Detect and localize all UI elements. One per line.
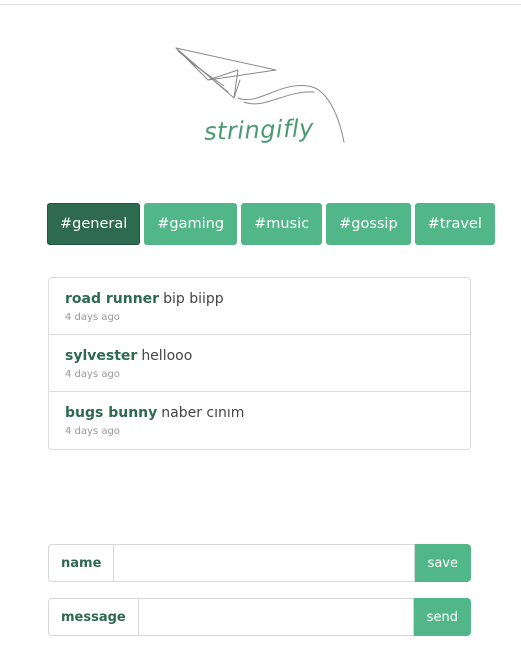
channel-tabs: #general #gaming #music #gossip #travel: [47, 203, 495, 245]
list-item: sylvester hellooo 4 days ago: [49, 335, 470, 392]
message-author: bugs bunny: [65, 405, 158, 421]
message-list: road runner bip biipp 4 days ago sylveste…: [48, 277, 471, 450]
tab-music[interactable]: #music: [241, 203, 323, 245]
tab-gossip[interactable]: #gossip: [326, 203, 411, 245]
message-input[interactable]: [138, 598, 414, 636]
name-input[interactable]: [114, 544, 415, 582]
message-form: message send: [48, 598, 471, 636]
message-timestamp: 4 days ago: [65, 312, 120, 323]
name-form: name save: [48, 544, 471, 582]
message-author: sylvester: [65, 348, 138, 364]
tab-travel[interactable]: #travel: [414, 203, 495, 245]
message-author: road runner: [65, 291, 160, 307]
message-label: message: [48, 598, 139, 636]
list-item: bugs bunny naber cınım 4 days ago: [49, 392, 470, 449]
save-button[interactable]: save: [414, 544, 471, 582]
list-item: road runner bip biipp 4 days ago: [49, 278, 470, 335]
name-label: name: [48, 544, 115, 582]
tab-general[interactable]: #general: [47, 203, 141, 245]
top-divider: [0, 4, 521, 5]
logo-text: stringifly: [203, 114, 315, 146]
message-text: naber cınım: [161, 405, 245, 421]
message-timestamp: 4 days ago: [65, 369, 120, 380]
message-text: bip biipp: [163, 291, 224, 307]
logo: stringifly: [168, 42, 352, 160]
tab-gaming[interactable]: #gaming: [144, 203, 238, 245]
message-text: hellooo: [141, 348, 193, 364]
message-timestamp: 4 days ago: [65, 426, 120, 437]
send-button[interactable]: send: [413, 598, 471, 636]
